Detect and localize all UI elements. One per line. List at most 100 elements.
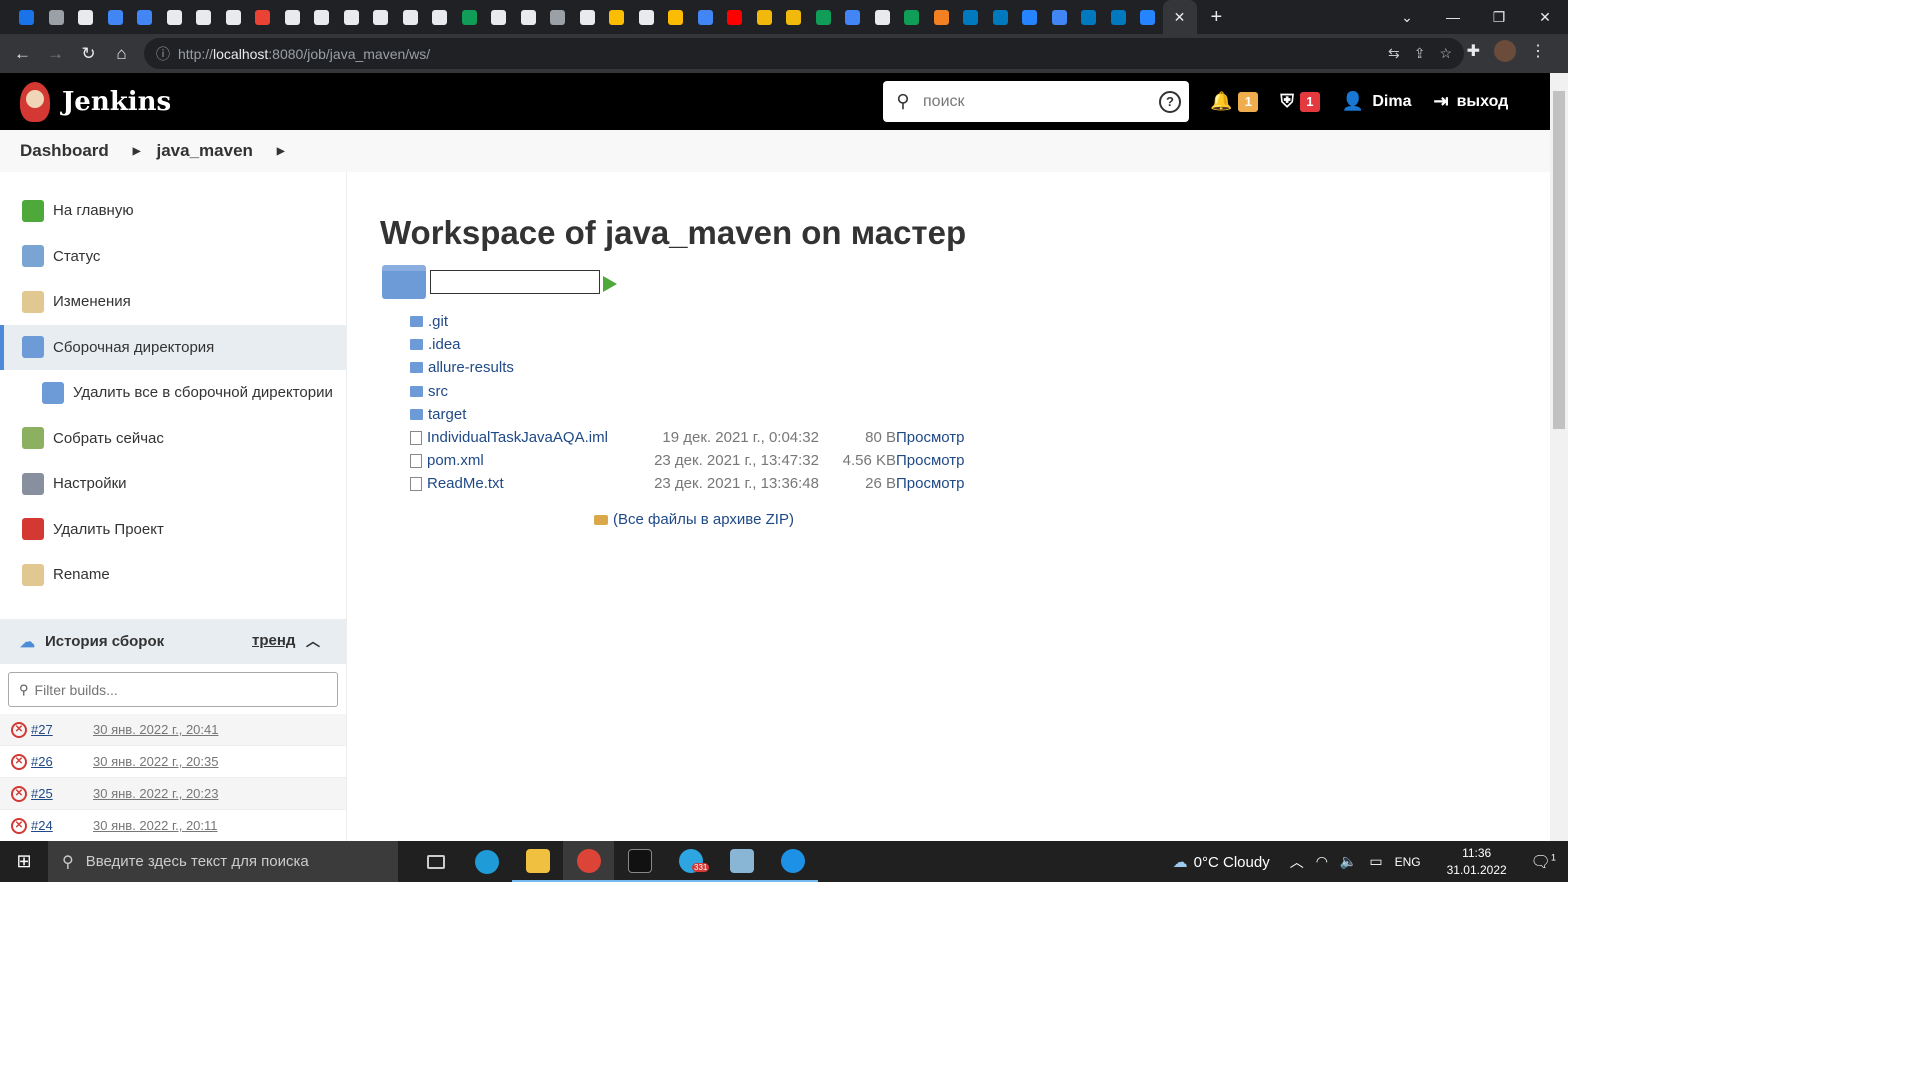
view-link[interactable]: Просмотр [896,429,965,446]
info-icon[interactable]: ⓘ [156,44,178,64]
chevron-up-icon[interactable]: ︿ [306,631,320,651]
build-date-link[interactable]: 30 янв. 2022 г., 20:23 [93,786,218,801]
sidebar-item[interactable]: Изменения [0,279,346,325]
reload-icon[interactable]: ↻ [72,44,105,64]
browser-tab[interactable] [1104,0,1134,34]
browser-tab[interactable] [1045,0,1075,34]
browser-tab[interactable] [307,0,337,34]
browser-tab[interactable] [809,0,839,34]
notifications-button[interactable]: 🔔 1 [1210,91,1259,112]
browser-tab[interactable] [219,0,249,34]
browser-tab[interactable] [160,0,190,34]
task-view-icon[interactable] [410,841,461,882]
browser-tab[interactable] [1015,0,1045,34]
home-icon[interactable]: ⌂ [105,44,138,64]
file-name-link[interactable]: pom.xml [427,452,637,469]
forward-icon[interactable]: → [39,44,72,64]
minimize-icon[interactable]: — [1430,9,1476,25]
view-link[interactable]: Просмотр [896,452,965,469]
build-number-link[interactable]: #26 [31,754,93,769]
notes-app-icon[interactable] [716,841,767,882]
bookmark-star-icon[interactable]: ☆ [1439,45,1452,62]
browser-tab[interactable] [602,0,632,34]
browser-tab[interactable] [455,0,485,34]
sidebar-item[interactable]: Собрать сейчас [0,416,346,462]
go-arrow-icon[interactable] [603,276,617,292]
language-indicator[interactable]: ENG [1395,855,1421,869]
clock[interactable]: 11:36 31.01.2022 [1447,845,1507,879]
sidebar-item[interactable]: Rename [0,552,346,598]
sidebar-item[interactable]: Удалить Проект [0,507,346,553]
page-scrollbar[interactable] [1550,73,1568,841]
breadcrumb-chevron-icon[interactable]: ▶ [133,146,141,157]
breadcrumb-chevron-icon[interactable]: ▶ [277,146,285,157]
path-input[interactable] [430,270,600,294]
browser-tab[interactable] [101,0,131,34]
build-date-link[interactable]: 30 янв. 2022 г., 20:41 [93,722,218,737]
file-name-link[interactable]: target [428,406,638,423]
file-name-link[interactable]: .idea [428,336,638,353]
browser-tab[interactable] [543,0,573,34]
trend-link[interactable]: тренд [252,632,295,649]
browser-tab[interactable] [12,0,42,34]
chrome-icon[interactable] [563,841,614,882]
restore-icon[interactable]: ❐ [1476,9,1522,26]
browser-tab[interactable] [868,0,898,34]
browser-tab[interactable] [71,0,101,34]
notifications-center-icon[interactable]: 🗨1 [1531,852,1556,872]
profile-avatar[interactable] [1494,40,1516,62]
build-number-link[interactable]: #27 [31,722,93,737]
browser-tab[interactable] [750,0,780,34]
zip-download-link[interactable]: (Все файлы в архиве ZIP) [594,511,794,528]
active-tab-close-icon[interactable]: ✕ [1162,0,1197,34]
file-name-link[interactable]: IndividualTaskJavaAQA.iml [427,429,637,446]
file-name-link[interactable]: .git [428,313,638,330]
jenkins-logo-icon[interactable] [20,81,50,122]
volume-icon[interactable]: 🔈 [1340,853,1357,870]
jenkins-title[interactable]: Jenkins [62,87,171,117]
browser-tab[interactable] [366,0,396,34]
browser-tab[interactable] [691,0,721,34]
browser-tab[interactable] [779,0,809,34]
terminal-icon[interactable] [614,841,665,882]
browser-tab[interactable] [514,0,544,34]
browser-tab[interactable] [838,0,868,34]
browser-tab[interactable] [661,0,691,34]
sidebar-item[interactable]: На главную [0,188,346,234]
sidebar-item[interactable]: Настройки [0,461,346,507]
browser-tab[interactable] [897,0,927,34]
telegram-icon[interactable]: 331 [665,841,716,882]
scrollbar-thumb[interactable] [1553,91,1565,429]
share-icon[interactable]: ⇪ [1414,45,1426,62]
build-number-link[interactable]: #25 [31,786,93,801]
browser-tab[interactable] [130,0,160,34]
browser-tab[interactable] [396,0,426,34]
logout-link[interactable]: ⇥ выход [1433,91,1508,112]
file-name-link[interactable]: allure-results [428,359,638,376]
browser-tab[interactable] [484,0,514,34]
tab-search-icon[interactable]: ⌄ [1384,9,1430,26]
breadcrumb-java-maven[interactable]: java_maven [157,141,253,161]
browser-tab[interactable] [1133,0,1163,34]
view-link[interactable]: Просмотр [896,475,965,492]
browser-tab[interactable] [1074,0,1104,34]
browser-tab[interactable] [632,0,662,34]
extensions-icon[interactable]: ✚ [1467,41,1480,61]
address-bar[interactable]: ⓘ http://localhost:8080/job/java_maven/w… [144,38,1464,69]
weather-widget[interactable]: ☁ 0°C Cloudy [1173,853,1270,871]
browser-tab[interactable] [956,0,986,34]
browser-tab[interactable] [189,0,219,34]
filter-builds-input[interactable] [34,681,315,698]
translate-icon[interactable]: ⇆ [1388,45,1400,62]
browser-tab[interactable] [720,0,750,34]
security-button[interactable]: ⛨ 1 [1280,91,1320,112]
browser-tab[interactable] [573,0,603,34]
sidebar-item[interactable]: Статус [0,234,346,280]
search-input[interactable] [923,92,1143,111]
browser-tab[interactable] [927,0,957,34]
file-name-link[interactable]: src [428,383,638,400]
menu-icon[interactable]: ⋮ [1530,41,1546,61]
user-link[interactable]: 👤 Dima [1342,91,1412,112]
wifi-icon[interactable]: ◠ [1316,853,1328,870]
sidebar-item[interactable]: Сборочная директория [0,324,346,370]
